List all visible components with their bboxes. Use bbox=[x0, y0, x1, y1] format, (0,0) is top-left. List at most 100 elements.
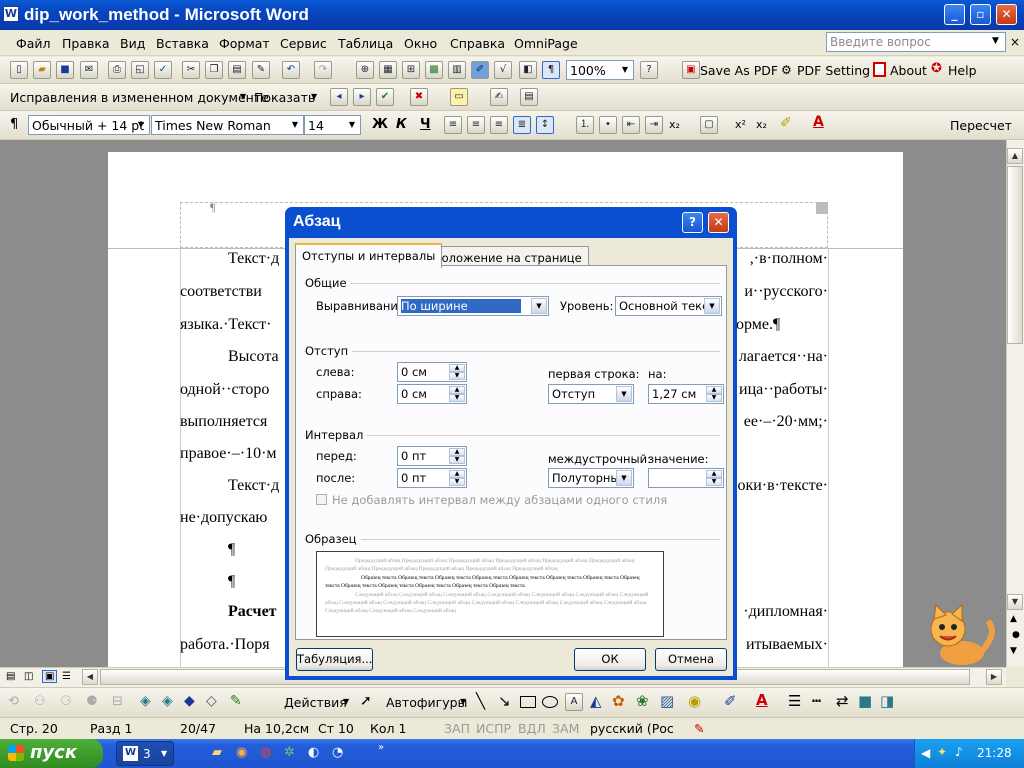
menu-edit[interactable]: Правка bbox=[62, 36, 110, 51]
rectangle-icon[interactable] bbox=[520, 696, 536, 708]
quicklaunch-app1-icon[interactable]: ◉ bbox=[236, 745, 247, 760]
autoshapes-menu[interactable]: Автофигуры bbox=[386, 695, 467, 710]
dialog-close-button[interactable]: ✕ bbox=[708, 212, 729, 233]
print-preview-icon[interactable]: ◱ bbox=[131, 61, 149, 79]
shadow-style-icon[interactable]: ■ bbox=[858, 692, 872, 710]
select-browse-object-icon[interactable]: ● bbox=[1012, 630, 1020, 640]
paragraph-dialog[interactable]: Абзац ? ✕ Отступы и интервалы Положение … bbox=[285, 207, 737, 680]
regroup-icon[interactable]: ⚈ bbox=[86, 694, 98, 709]
vertical-scrollbar[interactable]: ▲ ▼ ▲ ● ▼ bbox=[1006, 140, 1024, 667]
right-indent-input[interactable]: 0 см ▲ ▼ bbox=[397, 384, 467, 404]
title-bar[interactable]: W dip_work_method - Microsoft Word _ ▫ ✕ bbox=[0, 0, 1024, 30]
spacing-value-spinner[interactable]: ▲ ▼ bbox=[706, 470, 722, 486]
diagram-icon[interactable]: ✿ bbox=[612, 692, 625, 710]
previous-page-icon[interactable]: ▲ bbox=[1010, 614, 1017, 624]
line-effects-icon[interactable]: ◈ bbox=[162, 693, 173, 709]
quicklaunch-app2-icon[interactable]: ◍ bbox=[260, 745, 271, 760]
fill-effects-icon[interactable]: ◈ bbox=[140, 693, 151, 709]
justify-icon[interactable]: ≣ bbox=[513, 116, 531, 134]
paste-icon[interactable]: ▤ bbox=[228, 61, 246, 79]
ok-button[interactable]: ОК bbox=[574, 648, 646, 671]
font-dropdown-icon[interactable]: ▼ bbox=[288, 117, 302, 133]
scroll-up-icon[interactable]: ▲ bbox=[1007, 148, 1023, 164]
menu-file[interactable]: Файл bbox=[16, 36, 51, 51]
office-assistant-cat[interactable] bbox=[918, 603, 1000, 667]
level-select[interactable]: Основной текст ▼ bbox=[615, 296, 722, 316]
help-icon[interactable]: ? bbox=[640, 61, 658, 79]
hyperlink-icon[interactable]: ⊕ bbox=[356, 61, 374, 79]
clock[interactable]: 21:28 bbox=[977, 746, 1012, 760]
font-color-icon[interactable]: A bbox=[813, 114, 824, 130]
line-spacing-icon[interactable]: ↕ bbox=[536, 116, 554, 134]
cancel-button[interactable]: Отмена bbox=[655, 648, 727, 671]
dash-style-icon[interactable]: ┅ bbox=[812, 692, 821, 710]
after-input[interactable]: 0 пт ▲ ▼ bbox=[397, 468, 467, 488]
oval-icon[interactable] bbox=[542, 696, 558, 708]
status-rec[interactable]: ЗАП bbox=[444, 721, 470, 736]
first-line-select[interactable]: Отступ ▼ bbox=[548, 384, 634, 404]
new-document-icon[interactable]: ▯ bbox=[10, 61, 28, 79]
before-spinner[interactable]: ▲ ▼ bbox=[449, 448, 465, 464]
font-combo[interactable]: Times New Roman ▼ bbox=[151, 115, 304, 135]
spacing-value-input[interactable]: ▲ ▼ bbox=[648, 468, 724, 488]
track-changes-icon[interactable]: ✍ bbox=[490, 88, 508, 106]
open-folder-icon[interactable]: ▰ bbox=[33, 61, 51, 79]
permission-icon[interactable]: ✉ bbox=[80, 61, 98, 79]
group-icon[interactable]: ⚇ bbox=[34, 694, 46, 709]
pdf-setting-button[interactable]: PDF Setting bbox=[797, 63, 870, 78]
line-spacing-dropdown-icon[interactable]: ▼ bbox=[616, 470, 632, 486]
actions-dropdown-icon[interactable]: ▼ bbox=[343, 697, 349, 706]
normal-view-icon[interactable]: ▤ bbox=[6, 671, 15, 682]
menu-close-icon[interactable]: × bbox=[1010, 35, 1020, 49]
spelling-status-icon[interactable]: ✎ bbox=[694, 721, 704, 736]
reject-change-icon[interactable]: ✖ bbox=[410, 88, 428, 106]
tray-expand-icon[interactable]: ◀ bbox=[921, 746, 930, 760]
textbox-icon[interactable]: A bbox=[565, 693, 583, 711]
line-style-icon[interactable]: ☰ bbox=[788, 692, 801, 710]
scroll-left-icon[interactable]: ◀ bbox=[82, 669, 98, 685]
numbering-icon[interactable]: ⒈ bbox=[576, 116, 594, 134]
arrow-icon[interactable]: ↘ bbox=[498, 692, 511, 710]
rotate-icon[interactable]: ⟲ bbox=[8, 694, 19, 709]
zoom-combo[interactable]: 100% ▼ bbox=[566, 60, 634, 80]
display-for-review-combo[interactable]: Исправления в измененном документе bbox=[10, 90, 269, 105]
quicklaunch-app4-icon[interactable]: ◐ bbox=[308, 745, 319, 760]
autoshapes-dropdown-icon[interactable]: ▼ bbox=[460, 697, 466, 706]
maximize-button[interactable]: ▫ bbox=[970, 4, 991, 25]
display-dropdown-icon[interactable]: ▼ bbox=[240, 92, 246, 101]
font-size-dropdown-icon[interactable]: ▼ bbox=[345, 117, 359, 133]
style-combo[interactable]: Обычный + 14 pt ▼ bbox=[28, 115, 150, 135]
subscript-icon[interactable]: x₂ bbox=[756, 118, 767, 131]
status-trk[interactable]: ИСПР bbox=[476, 721, 511, 736]
undo-icon[interactable]: ↶ bbox=[282, 61, 300, 79]
align-objects-icon[interactable]: ⊟ bbox=[112, 694, 123, 709]
show-dropdown-icon[interactable]: ▼ bbox=[311, 92, 317, 101]
start-button[interactable]: пуск bbox=[0, 739, 103, 768]
italic-button[interactable]: К bbox=[396, 117, 407, 132]
tables-borders-icon[interactable]: ▦ bbox=[379, 61, 397, 79]
scroll-down-icon[interactable]: ▼ bbox=[1007, 594, 1023, 610]
font-size-combo[interactable]: 14 ▼ bbox=[304, 115, 361, 135]
select-objects-icon[interactable]: ➚ bbox=[360, 693, 372, 709]
after-spinner[interactable]: ▲ ▼ bbox=[449, 470, 465, 486]
first-line-by-spinner[interactable]: ▲ ▼ bbox=[706, 386, 722, 402]
dialog-help-button[interactable]: ? bbox=[682, 212, 703, 233]
columns-icon[interactable]: ▥ bbox=[448, 61, 466, 79]
quicklaunch-app3-icon[interactable]: ✲ bbox=[284, 745, 295, 760]
first-line-dropdown-icon[interactable]: ▼ bbox=[616, 386, 632, 402]
decrease-indent-icon[interactable]: ⇤ bbox=[622, 116, 640, 134]
help-dropdown-icon[interactable]: ▼ bbox=[992, 36, 999, 46]
align-center-icon[interactable]: ≡ bbox=[467, 116, 485, 134]
shadow-icon[interactable]: ◆ bbox=[184, 693, 195, 709]
menu-tools[interactable]: Сервис bbox=[280, 36, 327, 51]
accept-change-icon[interactable]: ✔ bbox=[376, 88, 394, 106]
right-indent-spinner[interactable]: ▲ ▼ bbox=[449, 386, 465, 402]
status-ovr[interactable]: ЗАМ bbox=[552, 721, 579, 736]
status-ext[interactable]: ВДЛ bbox=[518, 721, 546, 736]
line-spacing-select[interactable]: Полуторный ▼ bbox=[548, 468, 634, 488]
menu-window[interactable]: Окно bbox=[404, 36, 437, 51]
help-button[interactable]: Help bbox=[948, 63, 977, 78]
actions-menu[interactable]: Действия bbox=[284, 695, 347, 710]
insert-table-icon[interactable]: ⊞ bbox=[402, 61, 420, 79]
quicklaunch-app5-icon[interactable]: ◔ bbox=[332, 745, 343, 760]
